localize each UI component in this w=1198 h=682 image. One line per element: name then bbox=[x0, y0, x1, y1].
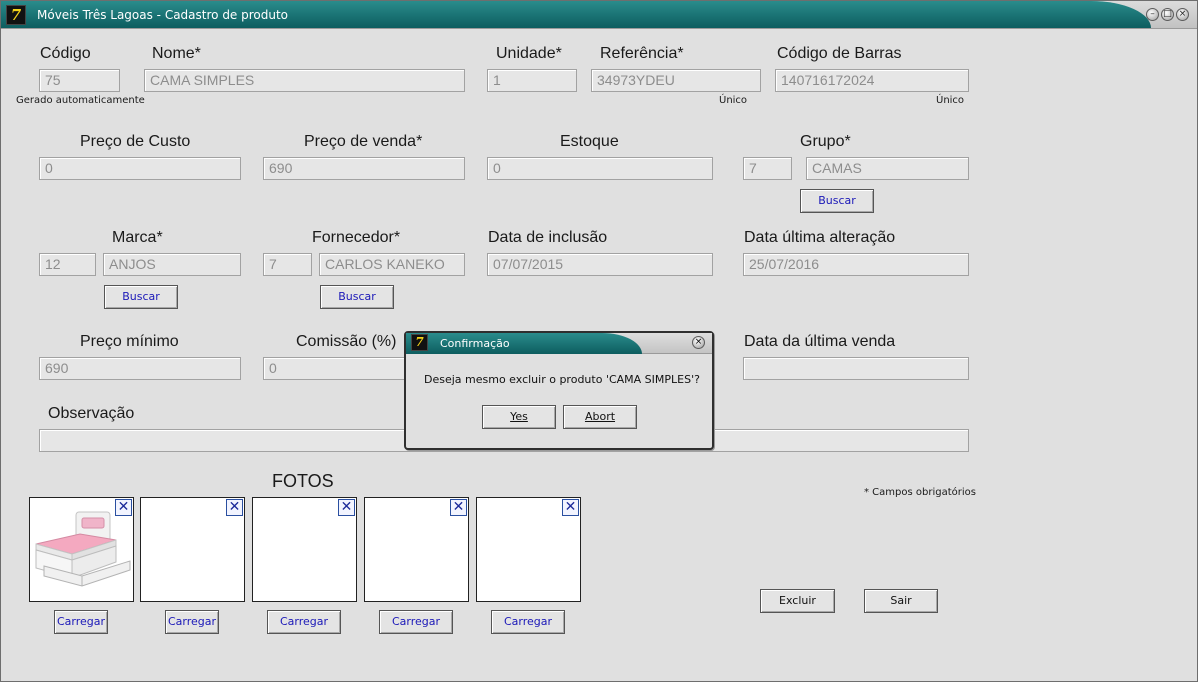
dialog-title-bar[interactable]: 7 Confirmação × bbox=[406, 333, 712, 354]
photo-slot-2: ✕ bbox=[140, 497, 245, 602]
remove-photo-5-icon[interactable]: ✕ bbox=[562, 499, 579, 516]
estoque-label: Estoque bbox=[560, 133, 619, 150]
referencia-label: Referência* bbox=[600, 45, 684, 62]
window-title: Móveis Três Lagoas - Cadastro de produto bbox=[37, 8, 289, 22]
upload-photo-5-button[interactable]: Carregar bbox=[491, 610, 565, 634]
nome-label: Nome* bbox=[152, 45, 201, 62]
photo-slot-3: ✕ bbox=[252, 497, 357, 602]
codigo-field[interactable]: 75 bbox=[39, 69, 120, 92]
nome-field[interactable]: CAMA SIMPLES bbox=[144, 69, 465, 92]
close-icon[interactable]: × bbox=[1176, 8, 1189, 21]
data-ultima-venda-label: Data da última venda bbox=[744, 333, 896, 350]
grupo-id-field[interactable]: 7 bbox=[743, 157, 792, 180]
data-alteracao-label: Data última alteração bbox=[744, 229, 896, 246]
codigo-barras-label: Código de Barras bbox=[777, 45, 902, 62]
codigo-barras-hint: Único bbox=[936, 95, 965, 106]
data-alteracao-field[interactable]: 25/07/2016 bbox=[743, 253, 969, 276]
yes-button[interactable]: Yes bbox=[482, 405, 556, 429]
preco-custo-field[interactable]: 0 bbox=[39, 157, 241, 180]
remove-photo-2-icon[interactable]: ✕ bbox=[226, 499, 243, 516]
exit-button[interactable]: Sair bbox=[864, 589, 938, 613]
photos-title: FOTOS bbox=[272, 471, 334, 491]
codigo-barras-field[interactable]: 140716172024 bbox=[775, 69, 969, 92]
referencia-hint: Único bbox=[719, 95, 748, 106]
marca-search-button[interactable]: Buscar bbox=[104, 285, 178, 309]
preco-minimo-label: Preço mínimo bbox=[80, 333, 179, 350]
codigo-hint: Gerado automaticamente bbox=[16, 95, 145, 106]
upload-photo-1-button[interactable]: Carregar bbox=[54, 610, 108, 634]
abort-button-label: Abort bbox=[584, 410, 616, 423]
dialog-message: Deseja mesmo excluir o produto 'CAMA SIM… bbox=[424, 373, 700, 386]
grupo-name-field[interactable]: CAMAS bbox=[806, 157, 969, 180]
grupo-search-button[interactable]: Buscar bbox=[800, 189, 874, 213]
comissao-label: Comissão (%) bbox=[296, 333, 397, 350]
codigo-label: Código bbox=[40, 45, 91, 62]
dialog-logo-icon: 7 bbox=[411, 334, 428, 351]
data-ultima-venda-field[interactable] bbox=[743, 357, 969, 380]
app-logo-icon: 7 bbox=[6, 5, 26, 25]
dialog-close-icon[interactable]: × bbox=[692, 336, 705, 349]
delete-button[interactable]: Excluir bbox=[760, 589, 835, 613]
estoque-field[interactable]: 0 bbox=[487, 157, 713, 180]
data-inclusao-field[interactable]: 07/07/2015 bbox=[487, 253, 713, 276]
dialog-title: Confirmação bbox=[440, 337, 510, 350]
abort-button[interactable]: Abort bbox=[563, 405, 637, 429]
upload-photo-4-button[interactable]: Carregar bbox=[379, 610, 453, 634]
required-note: * Campos obrigatórios bbox=[864, 487, 976, 498]
photo-slot-4: ✕ bbox=[364, 497, 469, 602]
maximize-icon[interactable]: □ bbox=[1161, 8, 1174, 21]
unidade-label: Unidade* bbox=[496, 45, 562, 62]
upload-photo-3-button[interactable]: Carregar bbox=[267, 610, 341, 634]
fornecedor-label: Fornecedor* bbox=[312, 229, 401, 246]
remove-photo-1-icon[interactable]: ✕ bbox=[115, 499, 132, 516]
marca-label: Marca* bbox=[112, 229, 163, 246]
yes-button-label: Yes bbox=[510, 410, 528, 423]
preco-custo-label: Preço de Custo bbox=[80, 133, 191, 150]
unidade-field[interactable]: 1 bbox=[487, 69, 577, 92]
upload-photo-2-button[interactable]: Carregar bbox=[165, 610, 219, 634]
photo-slot-5: ✕ bbox=[476, 497, 581, 602]
referencia-field[interactable]: 34973YDEU bbox=[591, 69, 761, 92]
confirmation-dialog: 7 Confirmação × Deseja mesmo excluir o p… bbox=[404, 331, 714, 450]
fornecedor-id-field[interactable]: 7 bbox=[263, 253, 312, 276]
remove-photo-3-icon[interactable]: ✕ bbox=[338, 499, 355, 516]
preco-venda-field[interactable]: 690 bbox=[263, 157, 465, 180]
main-window: 7 Móveis Três Lagoas - Cadastro de produ… bbox=[0, 0, 1198, 682]
fornecedor-name-field[interactable]: CARLOS KANEKO bbox=[319, 253, 465, 276]
data-inclusao-label: Data de inclusão bbox=[488, 229, 608, 246]
photo-slot-1: ✕ bbox=[29, 497, 134, 602]
observacao-label: Observação bbox=[48, 405, 135, 422]
preco-venda-label: Preço de venda* bbox=[304, 133, 423, 150]
remove-photo-4-icon[interactable]: ✕ bbox=[450, 499, 467, 516]
marca-name-field[interactable]: ANJOS bbox=[103, 253, 241, 276]
title-bar[interactable]: 7 Móveis Três Lagoas - Cadastro de produ… bbox=[1, 1, 1197, 29]
preco-minimo-field[interactable]: 690 bbox=[39, 357, 241, 380]
grupo-label: Grupo* bbox=[800, 133, 851, 150]
minimize-icon[interactable]: – bbox=[1146, 8, 1159, 21]
marca-id-field[interactable]: 12 bbox=[39, 253, 96, 276]
fornecedor-search-button[interactable]: Buscar bbox=[320, 285, 394, 309]
